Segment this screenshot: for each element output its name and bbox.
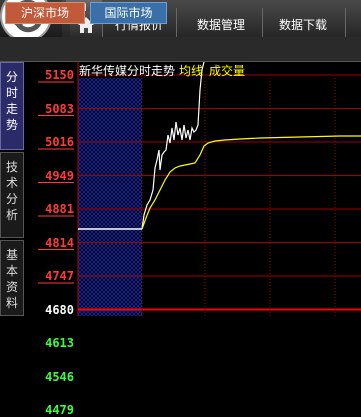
volume-label: 成交量 bbox=[209, 64, 246, 78]
side-tab-intraday[interactable]: 分时走势 bbox=[0, 62, 24, 150]
price-tick-label: 4680 bbox=[45, 302, 74, 317]
stock-name-title: 新华传媒分时走势 bbox=[79, 64, 176, 78]
price-tick-label: 4546 bbox=[45, 369, 74, 384]
price-tick-label: 4881 bbox=[45, 202, 74, 216]
side-tab-label: 技术分析 bbox=[5, 160, 18, 222]
price-tick-label: 4747 bbox=[45, 269, 74, 283]
chart-title: 新华传媒分时走势 均线 成交量 bbox=[79, 62, 245, 79]
side-tab-label: 分时走势 bbox=[5, 70, 18, 132]
price-tick-label: 5150 bbox=[45, 68, 74, 82]
pre-open-region bbox=[78, 78, 142, 316]
price-tick-label: 4479 bbox=[45, 403, 74, 417]
average-line bbox=[141, 135, 361, 230]
price-tick-label: 4613 bbox=[45, 336, 74, 350]
price-line bbox=[141, 61, 205, 230]
avg-line-label: 均线 bbox=[179, 64, 204, 78]
side-tab-label: 基本资料 bbox=[5, 248, 18, 310]
price-tick-label: 5016 bbox=[45, 135, 74, 149]
side-tab-fundamentals[interactable]: 基本资料 bbox=[0, 240, 24, 316]
price-tick-label: 4814 bbox=[45, 235, 74, 250]
side-tab-technical[interactable]: 技术分析 bbox=[0, 152, 24, 238]
price-tick-label: 4949 bbox=[45, 168, 74, 183]
price-tick-label: 5083 bbox=[45, 101, 74, 116]
